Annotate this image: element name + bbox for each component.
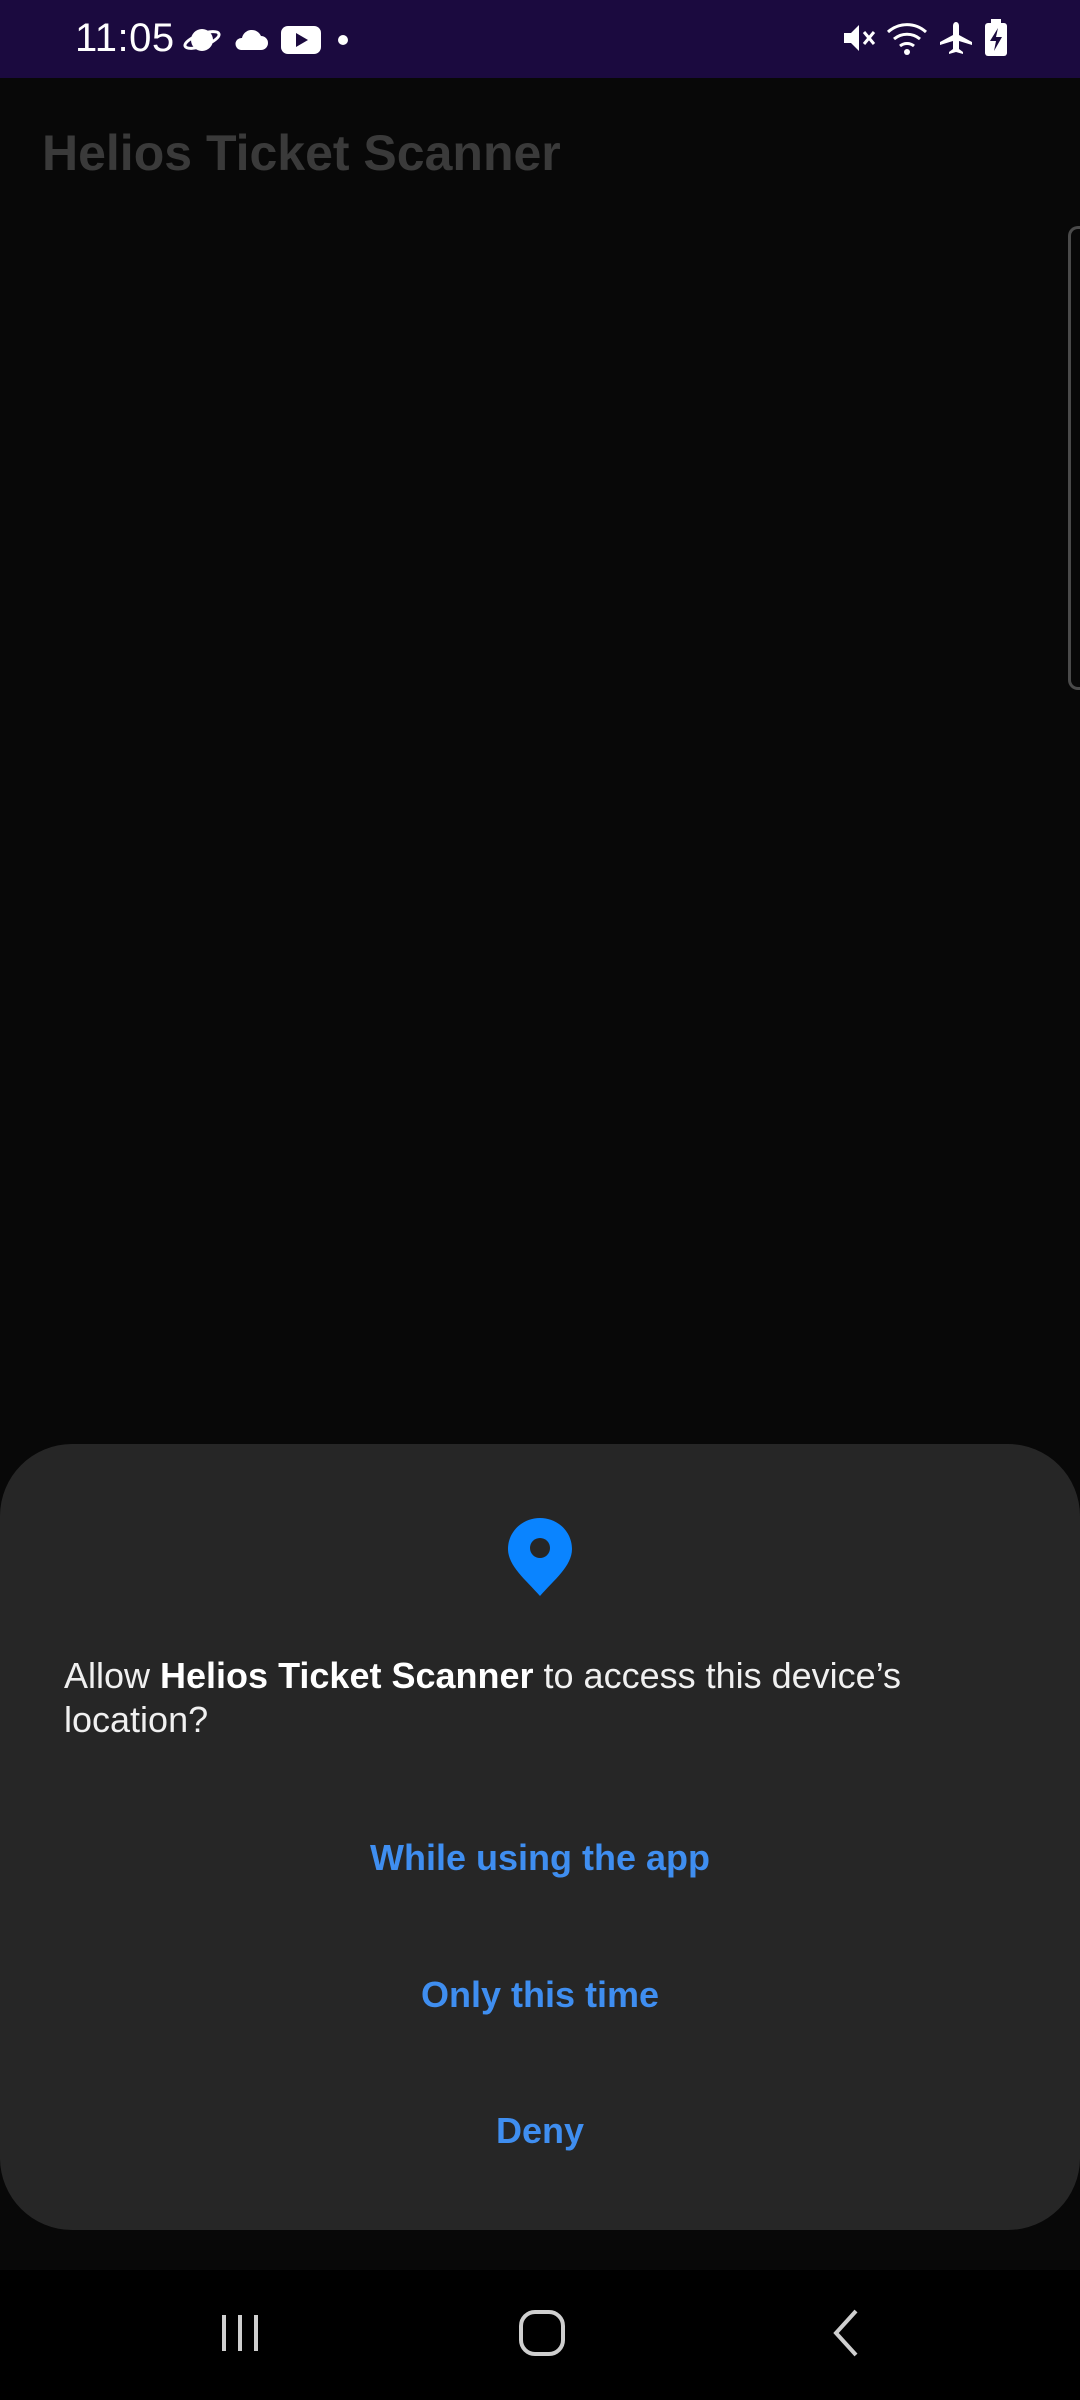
dot-icon	[333, 30, 353, 50]
planet-icon	[183, 25, 221, 55]
while-using-app-button[interactable]: While using the app	[0, 1808, 1080, 1908]
cloud-icon	[233, 28, 269, 52]
youtube-icon	[281, 26, 321, 54]
mute-icon	[840, 20, 876, 56]
airplane-icon	[938, 20, 974, 56]
back-button[interactable]	[766, 2270, 926, 2400]
battery-charging-icon	[984, 19, 1008, 57]
only-this-time-button[interactable]: Only this time	[0, 1945, 1080, 2045]
recents-icon	[216, 2309, 264, 2362]
deny-button[interactable]: Deny	[0, 2081, 1080, 2181]
dialog-message: Allow Helios Ticket Scanner to access th…	[64, 1654, 1024, 1742]
status-right-icons	[840, 18, 1008, 58]
status-bar: 11:05	[0, 0, 1080, 78]
status-time: 11:05	[75, 16, 175, 60]
back-icon	[826, 2307, 866, 2364]
screen: 11:05 Helios Ticket Scanner Allow Helios…	[0, 0, 1080, 2400]
message-prefix: Allow	[64, 1655, 161, 1696]
home-icon	[517, 2308, 567, 2363]
recents-button[interactable]	[160, 2270, 320, 2400]
edge-panel-handle[interactable]	[1068, 226, 1080, 690]
message-app-name: Helios Ticket Scanner	[160, 1655, 534, 1696]
app-title: Helios Ticket Scanner	[42, 125, 561, 181]
navigation-bar	[0, 2270, 1080, 2400]
wifi-icon	[886, 20, 928, 56]
status-left-icons	[183, 22, 353, 58]
location-pin-icon	[506, 1516, 574, 1598]
home-button[interactable]	[462, 2270, 622, 2400]
